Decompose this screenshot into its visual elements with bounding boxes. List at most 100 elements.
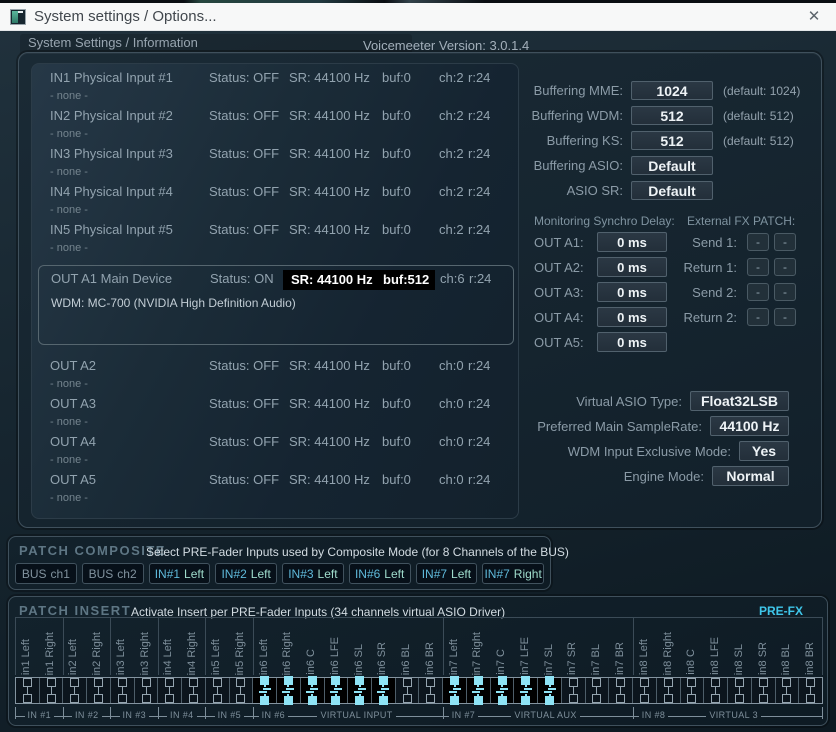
system-settings-window: System settings / Options... ✕ System Se…	[0, 0, 836, 732]
insert-toggle[interactable]	[182, 678, 206, 703]
insert-toggle[interactable]	[325, 678, 349, 703]
insert-toggle[interactable]	[704, 678, 728, 703]
insert-toggle[interactable]	[538, 678, 562, 703]
insert-toggle[interactable]	[301, 678, 325, 703]
insert-toggle[interactable]	[372, 678, 396, 703]
insert-toggle[interactable]	[633, 678, 657, 703]
fx-patch-button[interactable]: -	[774, 283, 796, 301]
buffering-label: Buffering ASIO:	[369, 158, 623, 173]
input-row[interactable]: IN5 Physical Input #5Status: OFFSR: 4410…	[32, 220, 518, 258]
toggle-on-icon	[521, 676, 530, 705]
group-divider	[110, 618, 111, 675]
pre-fx-button[interactable]: PRE-FX	[759, 604, 803, 618]
insert-toggle[interactable]	[514, 678, 538, 703]
input-row-resolution: r:24	[468, 222, 490, 237]
composite-button[interactable]: IN#2Left	[215, 563, 277, 584]
buffering-value-button[interactable]: 1024	[631, 81, 713, 100]
fx-patch-button[interactable]: -	[774, 233, 796, 251]
insert-toggle[interactable]	[348, 678, 372, 703]
fx-patch-button[interactable]: -	[747, 308, 769, 326]
insert-toggle[interactable]	[491, 678, 515, 703]
composite-button[interactable]: IN#3Left	[282, 563, 344, 584]
delay-value-button[interactable]: 0 ms	[597, 332, 667, 352]
fx-patch-rows: Send 1:--Return 1:--Send 2:--Return 2:--	[657, 233, 796, 333]
channel-label-text: in7 Left	[449, 639, 461, 675]
output-row[interactable]: OUT A5Status: OFFSR: 44100 Hzbuf:0ch:0r:…	[32, 470, 518, 508]
insert-toggle[interactable]	[657, 678, 681, 703]
channel-label: in7 SR	[562, 618, 586, 675]
insert-toggle[interactable]	[799, 678, 822, 703]
insert-toggle[interactable]	[206, 678, 230, 703]
toggle-off-icon	[592, 678, 601, 703]
out-a1-channels: ch:6	[440, 271, 465, 286]
output-row[interactable]: OUT A3Status: OFFSR: 44100 Hzbuf:0ch:0r:…	[32, 394, 518, 432]
insert-toggle[interactable]	[277, 678, 301, 703]
buffering-value-button[interactable]: Default	[631, 156, 713, 175]
output-row-channels: ch:0	[439, 396, 464, 411]
version-label: Voicemeeter Version: 3.0.1.4	[363, 38, 529, 53]
insert-toggle[interactable]	[776, 678, 800, 703]
buffering-value-button[interactable]: 512	[631, 106, 713, 125]
output-row[interactable]: OUT A4Status: OFFSR: 44100 Hzbuf:0ch:0r:…	[32, 432, 518, 470]
composite-button[interactable]: BUSch1	[15, 563, 77, 584]
insert-toggle[interactable]	[396, 678, 420, 703]
buffering-value-button[interactable]: 512	[631, 131, 713, 150]
composite-button[interactable]: IN#7Right	[482, 563, 544, 584]
insert-toggle[interactable]	[253, 678, 277, 703]
composite-button[interactable]: BUSch2	[82, 563, 144, 584]
insert-toggle[interactable]	[752, 678, 776, 703]
group-name: IN #3	[120, 710, 150, 719]
channel-label: in5 Right	[229, 618, 253, 675]
composite-button[interactable]: IN#1Left	[149, 563, 211, 584]
insert-toggle[interactable]	[562, 678, 586, 703]
insert-toggle[interactable]	[586, 678, 610, 703]
insert-toggle[interactable]	[158, 678, 182, 703]
out-a1-box[interactable]: OUT A1 Main Device Status: ON SR: 44100 …	[38, 265, 514, 345]
fx-patch-button[interactable]: -	[747, 258, 769, 276]
composite-button[interactable]: IN#7Left	[416, 563, 478, 584]
insert-toggle[interactable]	[63, 678, 87, 703]
fx-patch-button[interactable]: -	[747, 283, 769, 301]
insert-toggle[interactable]	[443, 678, 467, 703]
insert-toggle[interactable]	[728, 678, 752, 703]
setting-label: WDM Input Exclusive Mode:	[568, 444, 731, 459]
setting-value-button[interactable]: 44100 Hz	[710, 416, 789, 436]
fx-patch-button[interactable]: -	[747, 233, 769, 251]
channel-label-text: in6 BR	[425, 642, 437, 675]
channel-label-text: in8 SR	[758, 642, 770, 675]
composite-button[interactable]: IN#6Left	[349, 563, 411, 584]
insert-toggle[interactable]	[681, 678, 705, 703]
channel-label: in1 Left	[15, 618, 39, 675]
setting-value-button[interactable]: Float32LSB	[690, 391, 789, 411]
monitoring-row: OUT A3:0 ms	[534, 282, 667, 302]
input-row-channels: ch:2	[439, 222, 464, 237]
settings-tab-label: System Settings / Information	[28, 35, 198, 50]
insert-toggle[interactable]	[87, 678, 111, 703]
insert-toggle[interactable]	[419, 678, 443, 703]
insert-toggle[interactable]	[16, 678, 40, 703]
input-row-name: IN1 Physical Input #1	[50, 70, 173, 85]
insert-toggle[interactable]	[609, 678, 633, 703]
insert-toggle[interactable]	[135, 678, 159, 703]
insert-toggle[interactable]	[467, 678, 491, 703]
setting-value-button[interactable]: Yes	[739, 441, 789, 461]
main-panel: IN1 Physical Input #1Status: OFFSR: 4410…	[18, 52, 822, 528]
input-row-samplerate: SR: 44100 Hz	[289, 146, 370, 161]
fx-patch-button[interactable]: -	[774, 308, 796, 326]
setting-value-button[interactable]: Normal	[712, 466, 789, 486]
buffering-value-button[interactable]: Default	[631, 181, 713, 200]
group-name: IN #7	[449, 710, 479, 719]
close-icon[interactable]: ✕	[803, 7, 825, 27]
insert-toggle[interactable]	[230, 678, 254, 703]
patch-insert-title: PATCH INSERT	[19, 603, 131, 618]
composite-button-part2: ch2	[117, 567, 136, 581]
output-row[interactable]: OUT A2Status: OFFSR: 44100 Hzbuf:0ch:0r:…	[32, 356, 518, 394]
monitoring-row: OUT A1:0 ms	[534, 232, 667, 252]
input-row-name: IN5 Physical Input #5	[50, 222, 173, 237]
channel-label-text: in1 Left	[21, 639, 33, 675]
fx-patch-button[interactable]: -	[774, 258, 796, 276]
channel-label: in6 BR	[419, 618, 443, 675]
insert-toggle[interactable]	[40, 678, 64, 703]
insert-toggle[interactable]	[111, 678, 135, 703]
output-row-samplerate: SR: 44100 Hz	[289, 396, 370, 411]
